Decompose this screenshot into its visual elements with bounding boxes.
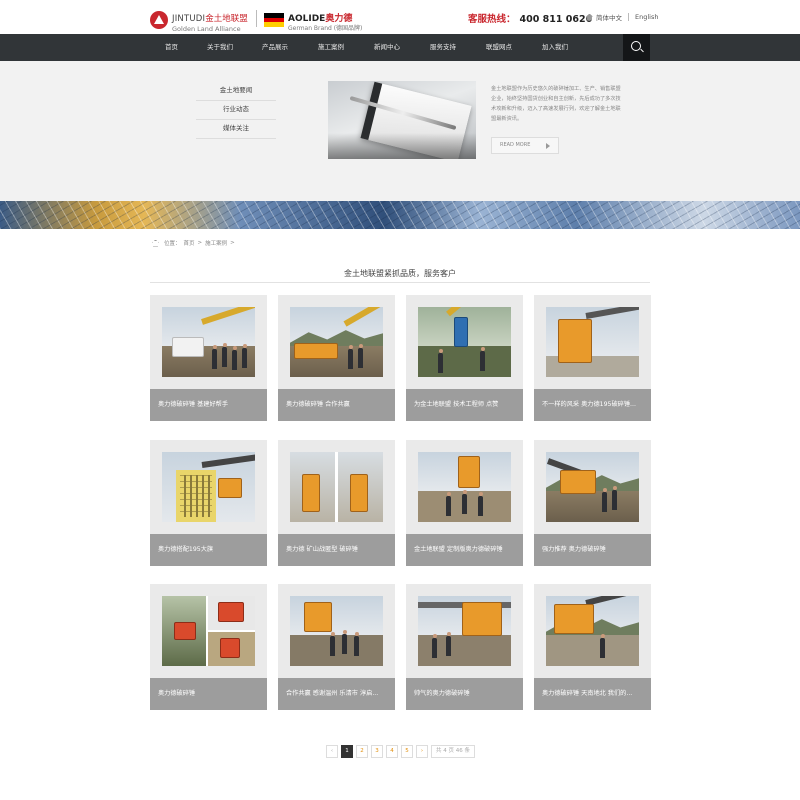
breadcrumb: 位置： 首页 > 施工案例 > (152, 239, 238, 247)
case-card[interactable]: 合作共赢 感谢温州 乐清市 淳启... (278, 584, 395, 710)
german-flag-icon (264, 13, 284, 28)
case-caption: 强力推荐 奥力德破碎锤 (534, 534, 651, 566)
site-header: JINTUDI金土地联盟 Golden Land Alliance AOLIDE… (0, 0, 800, 34)
home-icon (586, 13, 593, 21)
case-caption: 金土地联盟 定制版奥力德破碎锤 (406, 534, 523, 566)
home-outline-icon (152, 239, 159, 247)
case-card[interactable]: 奥力德破碎锤 天南地北 我们的... (534, 584, 651, 710)
case-photo (162, 452, 255, 522)
logo2-sub: German Brand (德国品牌) (288, 25, 363, 32)
nav-item-products[interactable]: 产品展示 (262, 34, 288, 61)
case-card[interactable]: 奥力德破碎锤 (150, 584, 267, 710)
nav-item-about[interactable]: 关于我们 (207, 34, 233, 61)
read-more-label: READ MORE (500, 142, 531, 148)
case-caption: 奥力德破碎锤 基建好帮手 (150, 389, 267, 421)
case-card[interactable]: 帅气的奥力德破碎锤 (406, 584, 523, 710)
case-photo (290, 596, 383, 666)
page-button-4[interactable]: 4 (386, 745, 398, 758)
pagination: ‹ 1 2 3 4 5 › 共 4 页 46 条 (326, 745, 478, 758)
nav-item-join[interactable]: 加入我们 (542, 34, 568, 61)
nav-item-network[interactable]: 联盟网点 (486, 34, 512, 61)
hotline-number: 400 811 0626 (519, 14, 593, 25)
lang-divider (628, 13, 629, 21)
case-caption: 奥力德破碎锤 天南地北 我们的... (534, 678, 651, 710)
case-photo (546, 452, 639, 522)
section-divider (150, 282, 650, 283)
case-card[interactable]: 奥力德 矿山战匿型 破碎锤 (278, 440, 395, 566)
page-button-1[interactable]: 1 (341, 745, 353, 758)
case-caption: 帅气的奥力德破碎锤 (406, 678, 523, 710)
language-switch: 简体中文 English (586, 12, 658, 22)
hotline: 客服热线： 400 811 0626 (468, 11, 592, 25)
logo-divider (256, 10, 257, 27)
case-card[interactable]: 奥力德破碎锤 基建好帮手 (150, 295, 267, 421)
breadcrumb-sep: > (197, 240, 203, 246)
logo1-en: JINTUDI (172, 14, 206, 24)
play-arrow-icon (546, 143, 550, 149)
page-button-3[interactable]: 3 (371, 745, 383, 758)
aolide-logo[interactable]: AOLIDE奥力德 German Brand (德国品牌) (264, 8, 362, 32)
case-caption: 不一样的风采 奥力德195破碎锤... (534, 389, 651, 421)
case-caption: 奥力德破碎锤 合作共赢 (278, 389, 395, 421)
intro-text: 金土地联盟作为历史悠久的破碎锤加工、生产、销售联盟企业，始终坚持国货创业和自主创… (491, 86, 621, 122)
page-info: 共 4 页 46 条 (431, 745, 475, 758)
lang-cn-link[interactable]: 简体中文 (596, 12, 622, 22)
breadcrumb-home-link[interactable]: 首页 (184, 239, 195, 247)
nav-item-news[interactable]: 新闻中心 (374, 34, 400, 61)
prev-page-button[interactable]: ‹ (326, 745, 338, 758)
case-caption: 奥力德 矿山战匿型 破碎锤 (278, 534, 395, 566)
case-photo (546, 596, 639, 666)
main-nav: 首页 关于我们 产品展示 施工案例 新闻中心 服务支持 联盟网点 加入我们 (0, 34, 800, 61)
case-photo (418, 307, 511, 377)
breadcrumb-sep: > (230, 240, 235, 246)
case-card[interactable]: 奥力德破碎锤 合作共赢 (278, 295, 395, 421)
breadcrumb-current-link[interactable]: 施工案例 (205, 239, 227, 247)
search-button[interactable] (623, 34, 650, 61)
case-photo (162, 596, 255, 666)
page-button-5[interactable]: 5 (401, 745, 413, 758)
submenu-item-media[interactable]: 媒体关注 (196, 120, 276, 139)
logo1-cn: 金土地联盟 (205, 14, 248, 24)
case-photo (418, 596, 511, 666)
submenu-item-industry[interactable]: 行业动态 (196, 101, 276, 120)
nav-item-cases[interactable]: 施工案例 (318, 34, 344, 61)
nav-item-home[interactable]: 首页 (165, 34, 178, 61)
next-page-button[interactable]: › (416, 745, 428, 758)
notebook-pen-image (328, 81, 476, 159)
case-card[interactable]: 金土地联盟 定制版奥力德破碎锤 (406, 440, 523, 566)
case-caption: 合作共赢 感谢温州 乐清市 淳启... (278, 678, 395, 710)
nav-item-support[interactable]: 服务支持 (430, 34, 456, 61)
building-banner-image (0, 201, 800, 229)
case-card[interactable]: 强力推荐 奥力德破碎锤 (534, 440, 651, 566)
case-photo (290, 452, 383, 522)
jintudi-seal-icon (150, 11, 168, 30)
case-photo (162, 307, 255, 377)
logo2-cn: 奥力德 (325, 14, 353, 24)
logo2-en: AOLIDE (288, 14, 326, 24)
case-card[interactable]: 不一样的风采 奥力德195破碎锤... (534, 295, 651, 421)
section-title: 金土地联盟紧抓品质，服务客户 (344, 269, 456, 278)
submenu-item-company-news[interactable]: 金土地要闻 (196, 82, 276, 101)
lang-en-link[interactable]: English (635, 13, 658, 21)
case-caption: 奥力德搭配195大旗 (150, 534, 267, 566)
read-more-button[interactable]: READ MORE (491, 137, 559, 154)
page-button-2[interactable]: 2 (356, 745, 368, 758)
case-photo (418, 452, 511, 522)
case-card[interactable]: 为金土地联盟 技术工程师 点赞 (406, 295, 523, 421)
jintudi-logo[interactable]: JINTUDI金土地联盟 Golden Land Alliance (150, 8, 248, 33)
breadcrumb-prefix: 位置： (164, 241, 181, 247)
case-caption: 奥力德破碎锤 (150, 678, 267, 710)
news-submenu: 金土地要闻 行业动态 媒体关注 (196, 82, 276, 139)
case-photo (546, 307, 639, 377)
logo1-sub: Golden Land Alliance (172, 25, 241, 33)
case-photo (290, 307, 383, 377)
search-icon-handle (640, 48, 644, 53)
hotline-label: 客服热线： (468, 14, 516, 25)
case-card[interactable]: 奥力德搭配195大旗 (150, 440, 267, 566)
case-caption: 为金土地联盟 技术工程师 点赞 (406, 389, 523, 421)
